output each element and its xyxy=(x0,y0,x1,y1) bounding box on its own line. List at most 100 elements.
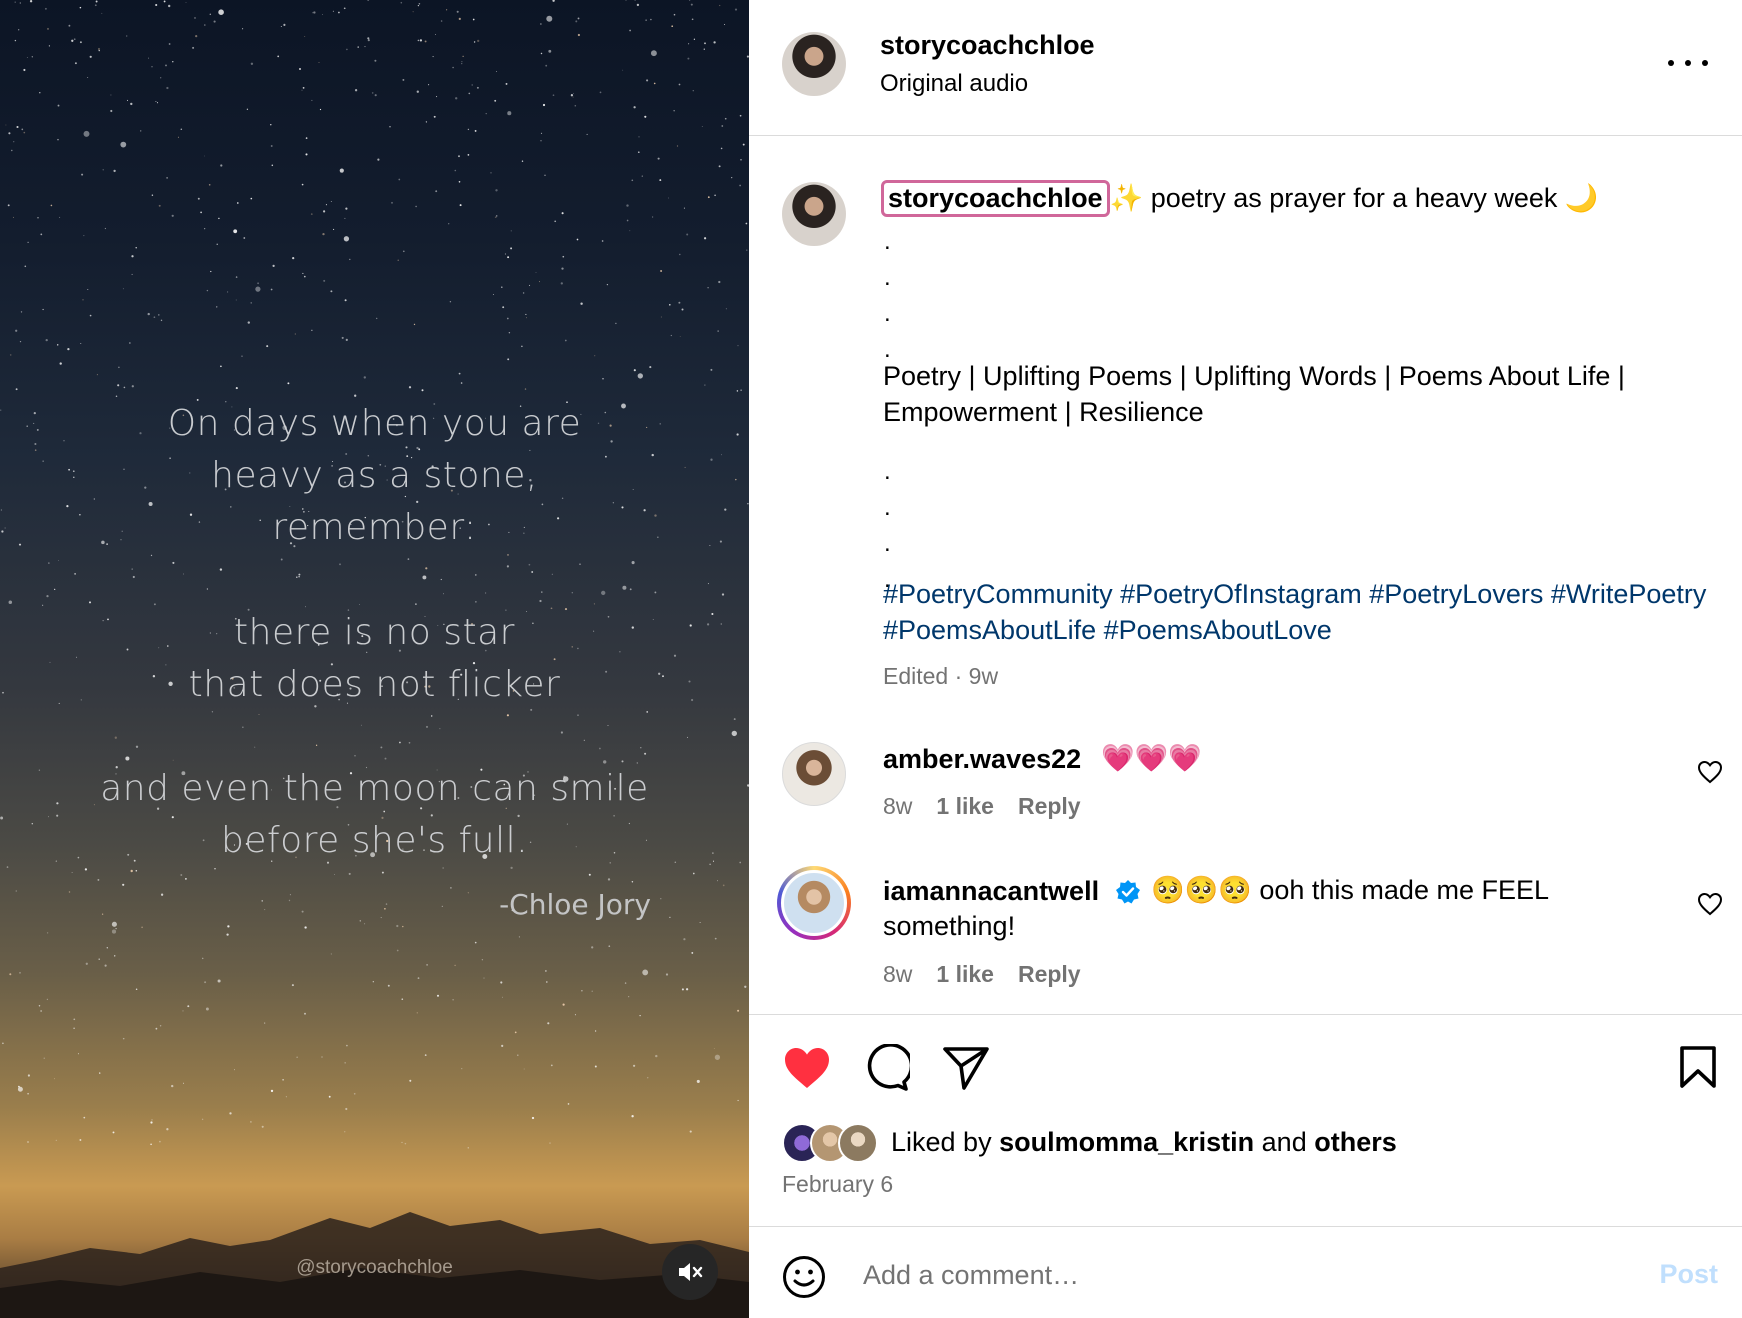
commenter-avatar[interactable] xyxy=(782,742,846,806)
star-dot xyxy=(27,1092,29,1095)
star-dot xyxy=(82,299,84,301)
star-dot xyxy=(650,18,652,21)
star-dot xyxy=(461,1068,463,1070)
hashtag-link[interactable]: #PoemsAboutLove xyxy=(1104,615,1332,645)
star-dot xyxy=(44,7,47,10)
star-dot xyxy=(277,55,280,58)
like-heart-icon[interactable] xyxy=(782,1045,832,1091)
liked-by-others-link[interactable]: others xyxy=(1314,1127,1397,1157)
liked-by-user-link[interactable]: soulmomma_kristin xyxy=(999,1127,1254,1157)
star-dot xyxy=(180,128,183,131)
star-dot xyxy=(85,962,88,965)
comment-reply-button[interactable]: Reply xyxy=(1018,793,1081,820)
star-dot xyxy=(560,731,563,734)
star-dot xyxy=(254,746,256,748)
share-send-icon[interactable] xyxy=(942,1045,990,1091)
star-dot xyxy=(505,82,508,85)
author-username[interactable]: storycoachchloe xyxy=(880,30,1095,61)
commenter-story-ring[interactable] xyxy=(777,866,851,940)
star-dot xyxy=(56,344,59,346)
star-dot xyxy=(150,554,153,557)
star-dot xyxy=(73,1027,75,1029)
star-dot xyxy=(130,102,133,106)
caption-author-avatar[interactable] xyxy=(782,182,846,246)
star-dot xyxy=(319,108,322,111)
star-dot xyxy=(255,286,261,292)
star-dot xyxy=(638,136,640,138)
star-dot xyxy=(233,229,238,234)
comment-reply-button[interactable]: Reply xyxy=(1018,961,1081,988)
more-options-icon[interactable] xyxy=(1668,48,1708,78)
star-dot xyxy=(686,233,689,236)
star-dot xyxy=(357,46,359,48)
star-dot xyxy=(46,998,49,1001)
star-dot xyxy=(561,212,564,215)
star-dot xyxy=(348,872,351,875)
star-dot xyxy=(440,20,443,22)
comment-icon[interactable] xyxy=(862,1044,910,1092)
star-dot xyxy=(646,79,649,82)
star-dot xyxy=(494,99,497,102)
star-dot xyxy=(98,958,100,960)
star-dot xyxy=(640,747,642,749)
star-dot xyxy=(380,746,383,749)
star-dot xyxy=(68,24,71,27)
comment-input[interactable] xyxy=(863,1251,1623,1299)
star-dot xyxy=(562,1003,565,1006)
star-dot xyxy=(629,588,632,591)
star-dot xyxy=(714,937,717,940)
author-avatar[interactable] xyxy=(782,32,846,96)
hashtag-link[interactable]: #PoetryOfInstagram xyxy=(1120,579,1362,609)
commenter-username[interactable]: amber.waves22 xyxy=(883,744,1081,775)
star-dot xyxy=(166,1128,169,1131)
audio-label[interactable]: Original audio xyxy=(880,70,1028,98)
emoji-smiley-icon[interactable] xyxy=(782,1255,826,1299)
comment-likes-link[interactable]: 1 like xyxy=(936,961,994,988)
star-dot xyxy=(687,736,688,738)
post-date[interactable]: February 6 xyxy=(782,1171,893,1198)
comment-like-heart-icon[interactable] xyxy=(1697,892,1723,916)
star-dot xyxy=(507,358,510,361)
star-dot xyxy=(385,903,388,905)
star-dot xyxy=(289,894,291,896)
post-comment-button[interactable]: Post xyxy=(1659,1259,1718,1290)
star-dot xyxy=(477,39,480,43)
star-dot xyxy=(311,99,313,101)
star-dot xyxy=(704,42,706,45)
comment-like-heart-icon[interactable] xyxy=(1697,760,1723,784)
liked-by-avatars[interactable] xyxy=(782,1123,892,1163)
hashtag-link[interactable]: #PoetryCommunity xyxy=(883,579,1113,609)
star-dot xyxy=(545,970,547,972)
star-dot xyxy=(426,964,428,966)
star-dot xyxy=(570,94,574,97)
star-dot xyxy=(716,880,718,882)
save-bookmark-icon[interactable] xyxy=(1679,1045,1717,1089)
star-dot xyxy=(334,873,335,875)
star-dot xyxy=(287,382,290,385)
star-dot xyxy=(183,573,185,575)
star-dot xyxy=(459,204,462,207)
star-dot xyxy=(367,39,370,42)
star-dot xyxy=(298,576,300,578)
hashtag-link[interactable]: #PoemsAboutLife xyxy=(883,615,1096,645)
hashtag-link[interactable]: #PoetryLovers xyxy=(1369,579,1543,609)
star-dot xyxy=(271,164,274,167)
hashtag-link[interactable]: #WritePoetry xyxy=(1551,579,1707,609)
star-dot xyxy=(81,173,84,176)
star-dot xyxy=(367,37,370,40)
star-dot xyxy=(54,588,56,591)
star-dot xyxy=(113,955,116,957)
comment-likes-link[interactable]: 1 like xyxy=(936,793,994,820)
star-dot xyxy=(53,1078,55,1080)
star-dot xyxy=(615,322,617,325)
star-dot xyxy=(301,910,304,913)
reel-video[interactable]: On days when you are heavy as a stone, r… xyxy=(0,0,749,1318)
comment-age: 8w xyxy=(883,961,913,987)
mute-toggle-button[interactable] xyxy=(662,1244,718,1300)
star-dot xyxy=(332,10,334,12)
star-dot xyxy=(704,384,706,386)
star-dot xyxy=(433,115,436,118)
caption-username[interactable]: storycoachchloe xyxy=(881,180,1110,217)
star-dot xyxy=(26,57,28,58)
star-dot xyxy=(112,1131,115,1134)
